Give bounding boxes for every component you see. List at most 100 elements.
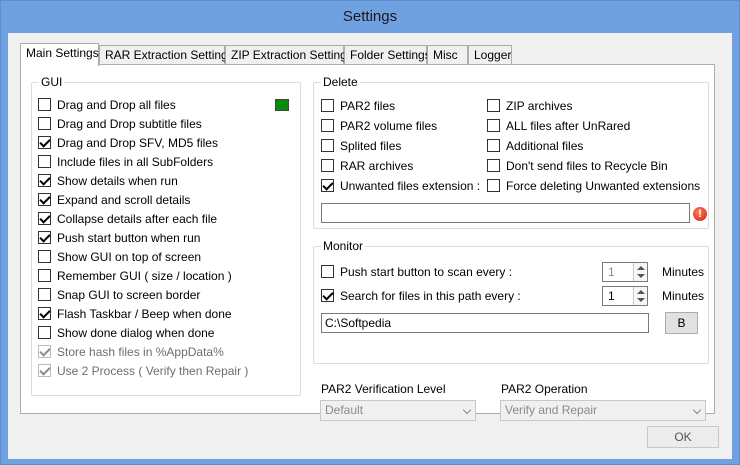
checkbox-label: Search for files in this path every : bbox=[340, 289, 521, 303]
gui-group: GUI Drag and Drop all files Drag and Dro… bbox=[31, 75, 301, 396]
select-value: Verify and Repair bbox=[505, 403, 598, 417]
par2-operation-select[interactable]: Verify and Repair bbox=[500, 400, 706, 421]
checkbox-label: Show details when run bbox=[57, 174, 178, 188]
checkbox-box bbox=[487, 179, 500, 192]
checkbox-label: Use 2 Process ( Verify then Repair ) bbox=[57, 364, 249, 378]
tab-main-settings[interactable]: Main Settings bbox=[20, 43, 99, 66]
par2-verification-select[interactable]: Default bbox=[320, 400, 476, 421]
checkbox-box bbox=[38, 117, 51, 130]
checkbox-label: Remember GUI ( size / location ) bbox=[57, 269, 232, 283]
checkbox-box bbox=[38, 288, 51, 301]
stepper-up-icon[interactable] bbox=[637, 290, 645, 294]
window-frame-right bbox=[732, 33, 739, 459]
checkbox-box bbox=[487, 159, 500, 172]
checkbox-label: Snap GUI to screen border bbox=[57, 288, 201, 302]
checkbox-box bbox=[38, 193, 51, 206]
par2-operation-title: PAR2 Operation bbox=[501, 382, 588, 396]
checkbox-label: Force deleting Unwanted extensions bbox=[506, 179, 701, 193]
delete-group-title: Delete bbox=[321, 75, 360, 89]
search-minutes-label: Minutes bbox=[662, 289, 705, 303]
checkbox-box bbox=[487, 99, 500, 112]
checkbox-box bbox=[38, 364, 51, 377]
checkbox-label: RAR archives bbox=[340, 159, 414, 173]
checkbox-label: Drag and Drop SFV, MD5 files bbox=[57, 136, 218, 150]
par2-operation-group: PAR2 Operation Verify and Repair bbox=[495, 382, 709, 425]
checkbox-box bbox=[38, 155, 51, 168]
checkbox-label: Show done dialog when done bbox=[57, 326, 215, 340]
checkbox-label: ALL files after UnRared bbox=[506, 119, 631, 133]
checkbox-box bbox=[38, 345, 51, 358]
select-value: Default bbox=[325, 403, 364, 417]
window-title: Settings bbox=[1, 1, 739, 33]
settings-window: Settings Main Settings RAR Extraction Se… bbox=[0, 0, 740, 465]
checkbox-box bbox=[487, 119, 500, 132]
tab-misc[interactable]: Misc bbox=[427, 45, 468, 65]
checkbox-box bbox=[38, 269, 51, 282]
checkbox-label: Push start button when run bbox=[57, 231, 201, 245]
checkbox-label: ZIP archives bbox=[506, 99, 573, 113]
color-swatch[interactable] bbox=[275, 99, 289, 111]
checkbox-label: PAR2 files bbox=[340, 99, 396, 113]
checkbox-label: Unwanted files extension : bbox=[340, 179, 481, 193]
unwanted-extensions-input[interactable] bbox=[321, 203, 690, 223]
monitor-group: Monitor Push start button to scan every … bbox=[313, 239, 709, 364]
checkbox-box bbox=[321, 265, 334, 278]
stepper-down-icon[interactable] bbox=[637, 298, 645, 302]
tab-rar-extraction-settings[interactable]: RAR Extraction Settings bbox=[99, 45, 234, 65]
checkbox-label: Push start button to scan every : bbox=[340, 265, 513, 279]
client-area: Main Settings RAR Extraction Settings ZI… bbox=[8, 33, 732, 459]
checkbox-label: Store hash files in %AppData% bbox=[57, 345, 224, 359]
push-start-minutes-label: Minutes bbox=[662, 265, 705, 279]
stepper-arrows[interactable] bbox=[633, 287, 647, 305]
tab-folder-settings[interactable]: Folder Settings bbox=[344, 45, 431, 65]
ok-button[interactable]: OK bbox=[647, 426, 719, 448]
checkbox-box bbox=[38, 212, 51, 225]
checkbox-label: Additional files bbox=[506, 139, 584, 153]
checkbox-box bbox=[38, 136, 51, 149]
gui-group-title: GUI bbox=[39, 75, 65, 89]
checkbox-label: PAR2 volume files bbox=[340, 119, 438, 133]
tab-zip-extraction-settings[interactable]: ZIP Extraction Settings bbox=[225, 45, 353, 65]
window-frame-left bbox=[1, 33, 8, 459]
stepper-value: 1 bbox=[608, 289, 615, 303]
checkbox-label: Include files in all SubFolders bbox=[57, 155, 214, 169]
main-settings-panel: GUI Drag and Drop all files Drag and Dro… bbox=[20, 64, 715, 421]
checkbox-box bbox=[321, 289, 334, 302]
search-minutes-stepper[interactable]: 1 bbox=[602, 286, 648, 306]
checkbox-box bbox=[321, 139, 334, 152]
checkbox-label: Expand and scroll details bbox=[57, 193, 191, 207]
tab-logger[interactable]: Logger bbox=[468, 45, 512, 65]
checkbox-label: Don't send files to Recycle Bin bbox=[506, 159, 668, 173]
monitor-path-input[interactable]: C:\Softpedia bbox=[321, 313, 649, 333]
checkbox-box bbox=[321, 179, 334, 192]
delete-group: Delete PAR2 files PAR2 volume files Spli… bbox=[313, 75, 709, 229]
checkbox-box bbox=[321, 119, 334, 132]
checkbox-box bbox=[38, 250, 51, 263]
par2-verification-title: PAR2 Verification Level bbox=[321, 382, 446, 396]
checkbox-box bbox=[38, 98, 51, 111]
checkbox-box bbox=[38, 326, 51, 339]
checkbox-box bbox=[487, 139, 500, 152]
checkbox-box bbox=[321, 99, 334, 112]
checkbox-label: Drag and Drop subtitle files bbox=[57, 117, 202, 131]
browse-button[interactable]: B bbox=[665, 312, 698, 334]
push-start-minutes-stepper[interactable]: 1 bbox=[602, 262, 648, 282]
stepper-value: 1 bbox=[608, 265, 615, 279]
checkbox-label: Show GUI on top of screen bbox=[57, 250, 202, 264]
checkbox-label: Collapse details after each file bbox=[57, 212, 218, 226]
stepper-arrows[interactable] bbox=[633, 263, 647, 281]
checkbox-box bbox=[38, 231, 51, 244]
stepper-down-icon[interactable] bbox=[637, 274, 645, 278]
checkbox-label: Flash Taskbar / Beep when done bbox=[57, 307, 232, 321]
checkbox-box bbox=[321, 159, 334, 172]
checkbox-label: Splited files bbox=[340, 139, 402, 153]
par2-verification-group: PAR2 Verification Level Default bbox=[313, 382, 491, 425]
chevron-down-icon bbox=[692, 405, 702, 415]
checkbox-box bbox=[38, 174, 51, 187]
stepper-up-icon[interactable] bbox=[637, 266, 645, 270]
error-icon: ! bbox=[693, 207, 707, 221]
checkbox-label: Drag and Drop all files bbox=[57, 98, 176, 112]
monitor-group-title: Monitor bbox=[321, 239, 366, 253]
chevron-down-icon bbox=[462, 405, 472, 415]
checkbox-box bbox=[38, 307, 51, 320]
